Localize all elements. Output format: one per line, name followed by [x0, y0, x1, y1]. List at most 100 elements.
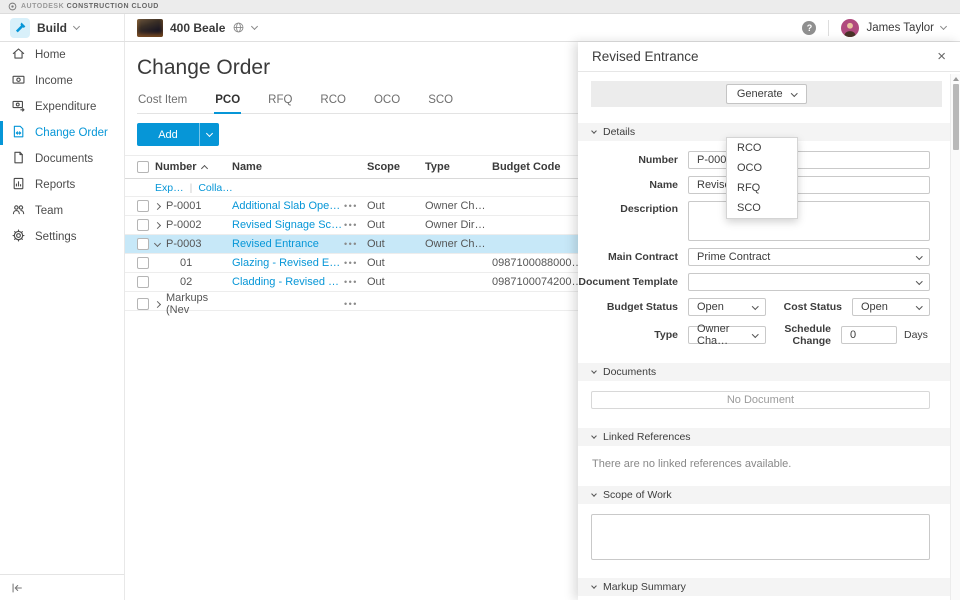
user-menu[interactable]: James Taylor	[841, 19, 960, 37]
name-field[interactable]	[688, 176, 930, 194]
column-header-type[interactable]: Type	[425, 161, 492, 173]
cost-status-select[interactable]: Open	[852, 298, 930, 316]
column-header-name[interactable]: Name	[232, 161, 344, 173]
row-more-menu-icon[interactable]: •••	[344, 258, 367, 268]
product-switcher[interactable]: Build	[0, 14, 125, 41]
add-button[interactable]: Add	[137, 123, 199, 146]
row-type: Owner Directive	[425, 219, 492, 231]
row-name-link[interactable]: Cladding - Revised Entrance	[232, 276, 344, 288]
panel-scrollbar[interactable]	[950, 74, 960, 600]
sidebar-item-documents[interactable]: Documents	[0, 146, 124, 172]
tab-rfq[interactable]: RFQ	[267, 92, 293, 114]
add-dropdown-button[interactable]	[199, 123, 219, 146]
type-select[interactable]: Owner Cha…	[688, 326, 766, 344]
column-header-scope[interactable]: Scope	[367, 161, 425, 173]
autodesk-logo-icon	[8, 2, 17, 11]
tab-rco[interactable]: RCO	[319, 92, 347, 114]
row-name-link[interactable]: Revised Entrance	[232, 238, 344, 250]
row-scope: Out	[367, 219, 425, 231]
row-more-menu-icon[interactable]: •••	[344, 239, 367, 249]
sidebar-item-label: Change Order	[35, 127, 108, 139]
expand-collapse-links: Exp… | Colla…	[155, 182, 367, 194]
chevron-down-icon	[206, 130, 213, 137]
row-budget-code: 098710007420005…	[492, 276, 587, 288]
row-checkbox[interactable]	[137, 219, 149, 231]
sidebar-item-change-order[interactable]: Change Order	[0, 120, 124, 146]
sidebar-item-team[interactable]: Team	[0, 198, 124, 224]
row-more-menu-icon[interactable]: •••	[344, 220, 367, 230]
no-document-placeholder[interactable]: No Document	[591, 391, 930, 409]
row-checkbox[interactable]	[137, 200, 149, 212]
scroll-up-icon[interactable]	[953, 77, 959, 81]
number-field[interactable]	[688, 151, 930, 169]
tab-cost-item[interactable]: Cost Item	[137, 92, 188, 114]
sidebar-collapse-button[interactable]	[0, 574, 124, 600]
main-contract-select[interactable]: Prime Contract	[688, 248, 930, 266]
row-name-link[interactable]: Additional Slab Openings	[232, 200, 344, 212]
top-brand-strip: AUTODESK CONSTRUCTION CLOUD	[0, 0, 960, 14]
document-template-row: Document Template	[578, 273, 930, 291]
project-switcher[interactable]: 400 Beale	[125, 19, 269, 37]
row-checkbox[interactable]	[137, 276, 149, 288]
column-header-budget-code[interactable]: Budget Code	[492, 161, 587, 173]
row-expand-icon[interactable]	[154, 300, 161, 307]
row-more-menu-icon[interactable]: •••	[344, 201, 367, 211]
close-icon[interactable]: ×	[937, 49, 946, 64]
row-more-menu-icon[interactable]: •••	[344, 277, 367, 287]
row-more-menu-icon[interactable]: •••	[344, 299, 367, 309]
document-icon	[11, 150, 26, 168]
sidebar-item-settings[interactable]: Settings	[0, 224, 124, 250]
chevron-down-icon	[251, 23, 258, 30]
section-documents[interactable]: Documents	[578, 363, 950, 381]
tab-oco[interactable]: OCO	[373, 92, 401, 114]
row-checkbox[interactable]	[137, 257, 149, 269]
generate-option-rfq[interactable]: RFQ	[727, 178, 797, 198]
collapse-all-link[interactable]: Colla…	[198, 182, 232, 194]
sidebar-item-income[interactable]: Income	[0, 68, 124, 94]
sidebar-item-label: Reports	[35, 179, 75, 191]
row-checkbox[interactable]	[137, 238, 149, 250]
row-type: Owner Change …	[425, 200, 492, 212]
column-header-number[interactable]: Number	[155, 161, 232, 173]
row-expand-icon[interactable]	[154, 221, 161, 228]
chevron-down-icon	[73, 23, 80, 30]
sidebar-item-label: Team	[35, 205, 63, 217]
sidebar-item-expenditure[interactable]: Expenditure	[0, 94, 124, 120]
description-field[interactable]	[688, 201, 930, 241]
sidebar-item-reports[interactable]: Reports	[0, 172, 124, 198]
generate-button[interactable]: Generate	[726, 84, 807, 104]
tab-pco[interactable]: PCO	[214, 92, 241, 114]
row-number-cell: 02	[155, 276, 232, 288]
select-all-checkbox[interactable]	[137, 161, 149, 173]
row-expand-icon[interactable]	[154, 202, 161, 209]
scrollbar-thumb[interactable]	[953, 84, 959, 150]
sidebar-item-label: Home	[35, 49, 66, 61]
links-divider: |	[190, 182, 193, 194]
row-expand-icon[interactable]	[154, 239, 161, 246]
section-scope-of-work[interactable]: Scope of Work	[578, 486, 950, 504]
detail-panel: Revised Entrance × Generate RCOOCORFQSCO…	[578, 42, 960, 600]
generate-option-oco[interactable]: OCO	[727, 158, 797, 178]
section-linked-references[interactable]: Linked References	[578, 428, 950, 446]
budget-status-select[interactable]: Open	[688, 298, 766, 316]
row-name-link[interactable]: Glazing - Revised Entrance	[232, 257, 344, 269]
tab-sco[interactable]: SCO	[427, 92, 454, 114]
type-label: Type	[578, 329, 678, 341]
row-name-link[interactable]: Revised Signage Scheme	[232, 219, 344, 231]
row-checkbox[interactable]	[137, 298, 149, 310]
schedule-change-field[interactable]	[841, 326, 897, 344]
main-contract-value: Prime Contract	[697, 251, 770, 263]
generate-option-rco[interactable]: RCO	[727, 138, 797, 158]
panel-toolbar: Generate	[591, 81, 942, 107]
status-row: Budget Status Open Cost Status Open	[578, 298, 930, 316]
sidebar-item-home[interactable]: Home	[0, 42, 124, 68]
sidebar-item-label: Settings	[35, 231, 77, 243]
app-header: Build 400 Beale ? James Taylor	[0, 14, 960, 42]
change-order-icon	[11, 124, 26, 142]
scope-of-work-field[interactable]	[591, 514, 930, 560]
document-template-select[interactable]	[688, 273, 930, 291]
expand-all-link[interactable]: Exp…	[155, 182, 184, 194]
help-icon[interactable]: ?	[802, 21, 816, 35]
section-markup-summary[interactable]: Markup Summary	[578, 578, 950, 596]
generate-option-sco[interactable]: SCO	[727, 198, 797, 218]
